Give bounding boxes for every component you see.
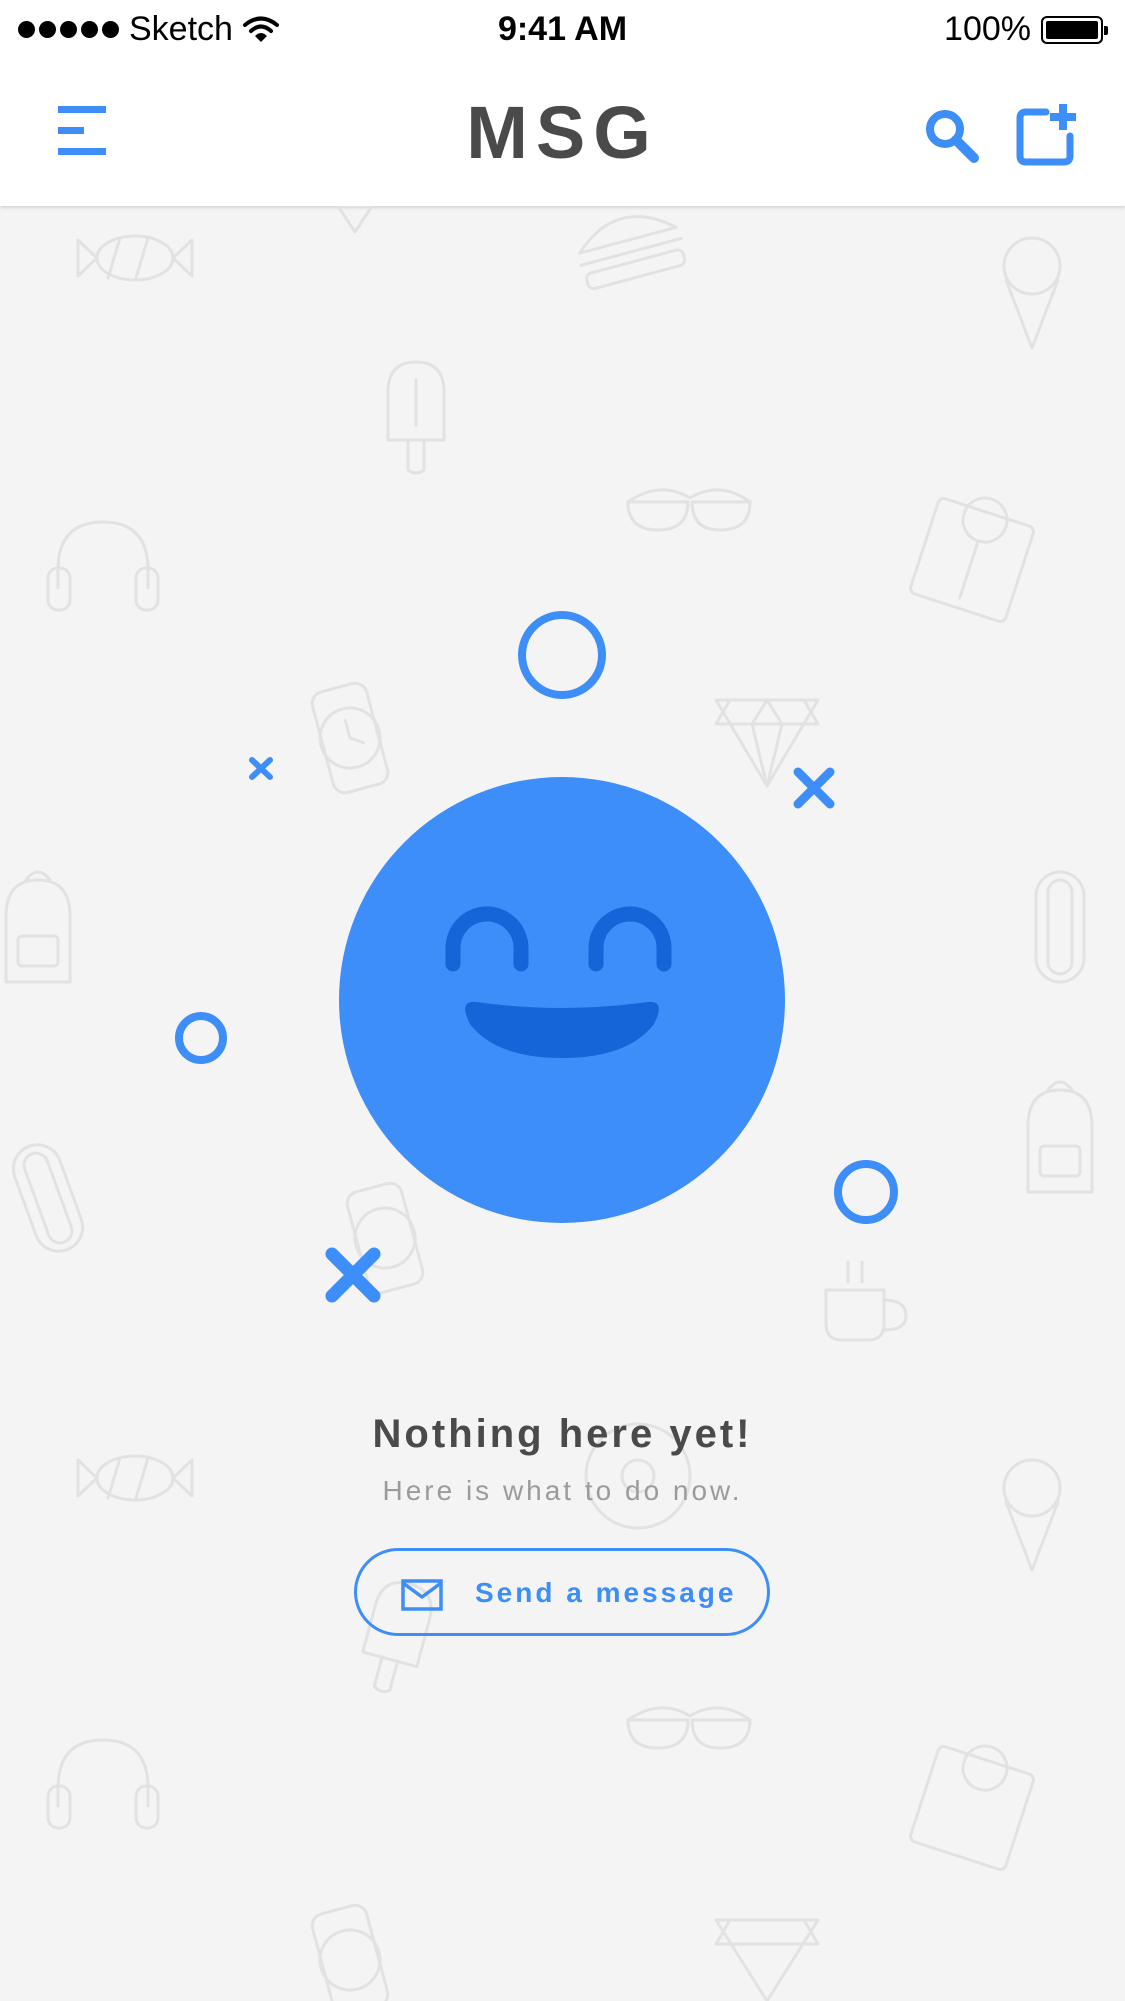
sunglasses-icon bbox=[626, 488, 752, 532]
hotdog-icon bbox=[11, 1143, 85, 1253]
watch-icon bbox=[310, 681, 390, 795]
send-message-label: Send a message bbox=[475, 1577, 737, 1608]
hotdog-icon bbox=[1034, 870, 1086, 984]
empty-state-title: Nothing here yet! bbox=[372, 1412, 753, 1456]
mail-icon bbox=[401, 1579, 443, 1611]
watch-icon bbox=[310, 1903, 390, 2001]
shirt-icon bbox=[909, 1744, 1035, 1871]
backpack-icon bbox=[1026, 1080, 1094, 1194]
burger-icon bbox=[578, 215, 687, 291]
backpack-icon bbox=[4, 870, 72, 984]
diamond-icon bbox=[714, 1918, 820, 2001]
popsicle-icon bbox=[386, 360, 446, 475]
candy-icon bbox=[76, 234, 194, 282]
sunglasses-icon bbox=[626, 1706, 752, 1750]
diamond-icon bbox=[714, 698, 820, 788]
triangle-icon bbox=[336, 206, 374, 234]
compose-icon[interactable] bbox=[1016, 102, 1080, 166]
headphones-icon bbox=[46, 520, 160, 612]
nav-bar: MSG bbox=[0, 62, 1125, 206]
coffee-icon bbox=[824, 1260, 908, 1342]
send-message-button[interactable]: Send a message bbox=[354, 1548, 770, 1636]
shirt-icon bbox=[909, 496, 1035, 623]
headphones-icon bbox=[46, 1738, 160, 1830]
empty-state-subtitle: Here is what to do now. bbox=[382, 1475, 743, 1506]
battery-icon bbox=[1041, 15, 1108, 44]
battery-percent: 100% bbox=[944, 10, 1031, 48]
ice-cream-icon bbox=[1002, 236, 1062, 350]
search-icon[interactable] bbox=[924, 108, 980, 164]
background-pattern bbox=[4, 206, 1094, 2001]
status-right: 100% bbox=[944, 10, 1108, 49]
watch-icon bbox=[345, 1181, 425, 1295]
status-bar: Sketch 9:41 AM 100% bbox=[0, 0, 1125, 62]
